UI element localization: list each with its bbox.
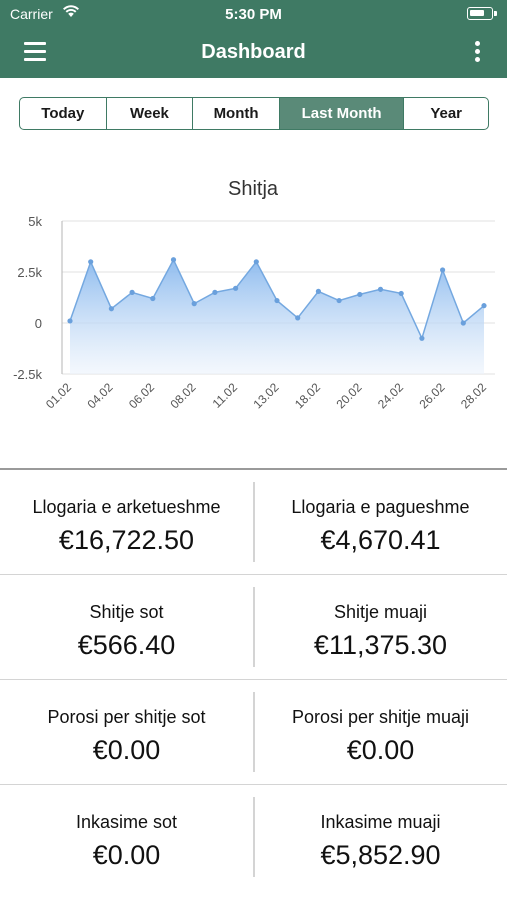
- x-tick-label: 06.02: [126, 380, 157, 411]
- data-point-17: [398, 290, 404, 297]
- data-point-6: [170, 257, 177, 263]
- column-separator: [253, 692, 255, 772]
- stat-label: Inkasime sot: [75, 812, 178, 832]
- x-tick-label: 08.02: [167, 380, 198, 411]
- stat-card-inkasime-sot: Inkasime sot €0.00: [0, 785, 253, 890]
- tab-today[interactable]: Today: [20, 98, 107, 129]
- data-point-15: [357, 291, 363, 298]
- sales-area-chart: Shitja 5k 2.5k 0 -2.5k 01.02 04.02 06.02 08.02…: [13, 178, 495, 411]
- vertical-ellipsis-icon[interactable]: [475, 41, 481, 63]
- y-tick-label: -2.5k: [13, 367, 42, 382]
- data-point-19: [440, 267, 446, 273]
- data-point-16: [377, 286, 384, 292]
- column-separator: [253, 482, 255, 562]
- tab-last-month[interactable]: Last Month: [279, 98, 405, 129]
- battery-icon: [467, 7, 497, 20]
- chart-title: Shitja: [228, 178, 279, 200]
- x-tick-label: 01.02: [43, 380, 74, 411]
- stat-card-porosi-per-shitje-muaji: Porosi per shitje muaji €0.00: [254, 680, 507, 785]
- data-point-9: [233, 285, 239, 291]
- stat-card-llogaria-e-arketueshme: Llogaria e arketueshme €16,722.50: [0, 470, 253, 575]
- stats-row: Porosi per shitje sot €0.00 Porosi per shi…: [0, 680, 507, 785]
- data-point-21: [481, 303, 487, 309]
- data-point-4: [129, 289, 135, 295]
- stat-card-llogaria-e-pagueshme: Llogaria e pagueshme €4,670.41: [254, 470, 507, 575]
- column-separator: [253, 797, 255, 877]
- stat-value: €0.00: [92, 735, 161, 765]
- stat-label: Llogaria e pagueshme: [291, 497, 470, 517]
- period-segmented-control: Today Week Month Last Month Year: [19, 97, 489, 130]
- tab-year[interactable]: Year: [404, 98, 488, 129]
- stat-label: Porosi per shitje sot: [47, 707, 206, 727]
- data-point-7: [191, 301, 197, 307]
- data-point-10: [253, 259, 259, 265]
- data-point-5: [150, 295, 156, 302]
- data-point-13: [315, 288, 321, 294]
- stat-label: Shitje sot: [89, 602, 164, 622]
- nav-bar: Dashboard: [0, 28, 507, 78]
- stat-value: €11,375.30: [313, 630, 448, 660]
- y-tick-label: 2.5k: [17, 265, 42, 280]
- stat-value: €16,722.50: [58, 525, 195, 555]
- stat-card-shitje-sot: Shitje sot €566.40: [0, 575, 253, 680]
- tab-week[interactable]: Week: [107, 98, 194, 129]
- data-point-2: [88, 259, 94, 265]
- stat-value: €566.40: [77, 630, 176, 660]
- data-point-3: [108, 306, 114, 312]
- data-point-18: [419, 335, 425, 341]
- x-tick-label: 26.02: [416, 380, 447, 411]
- stat-label: Inkasime muaji: [320, 812, 441, 832]
- data-point-14: [336, 297, 342, 304]
- x-tick-label: 18.02: [292, 380, 323, 411]
- y-tick-label: 5k: [28, 214, 42, 229]
- x-tick-label: 13.02: [250, 380, 281, 411]
- stat-card-porosi-per-shitje-sot: Porosi per shitje sot €0.00: [0, 680, 253, 785]
- x-tick-label: 11.02: [210, 380, 241, 411]
- clock-time: 5:30 PM: [225, 6, 282, 23]
- stat-label: Shitje muaji: [333, 602, 428, 622]
- y-tick-label: 0: [35, 316, 42, 331]
- status-bar: Carrier 5:30 PM: [0, 0, 507, 28]
- x-tick-label: 28.02: [458, 380, 489, 411]
- stat-value: €5,852.90: [320, 840, 441, 870]
- page-title: Dashboard: [201, 41, 306, 63]
- stat-value: €4,670.41: [320, 525, 441, 555]
- data-point-20: [460, 320, 466, 326]
- data-point-1: [67, 318, 73, 324]
- stats-row: Llogaria e arketueshme €16,722.50 Llogaria…: [0, 470, 507, 575]
- data-point-11: [274, 297, 280, 304]
- stat-label: Llogaria e arketueshme: [32, 497, 221, 517]
- stat-card-shitje-muaji: Shitje muaji €11,375.30: [254, 575, 507, 680]
- stats-row: Inkasime sot €0.00 Inkasime muaji €5,852.90: [0, 785, 507, 890]
- series-area-fill: [70, 259, 484, 374]
- stat-value: €0.00: [92, 840, 161, 870]
- stat-label: Porosi per shitje muaji: [291, 707, 470, 727]
- stat-value: €0.00: [346, 735, 415, 765]
- x-tick-label: 20.02: [333, 380, 364, 411]
- stats-grid: Llogaria e arketueshme €16,722.50 Llogaria…: [0, 470, 507, 890]
- data-point-12: [295, 315, 301, 321]
- stats-row: Shitje sot €566.40 Shitje muaji €11,375.30: [0, 575, 507, 680]
- data-point-8: [212, 289, 218, 295]
- stat-card-inkasime-muaji: Inkasime muaji €5,852.90: [254, 785, 507, 890]
- x-tick-label: 04.02: [84, 380, 115, 411]
- column-separator: [253, 587, 255, 667]
- tab-month[interactable]: Month: [193, 98, 280, 129]
- x-tick-label: 24.02: [375, 380, 406, 411]
